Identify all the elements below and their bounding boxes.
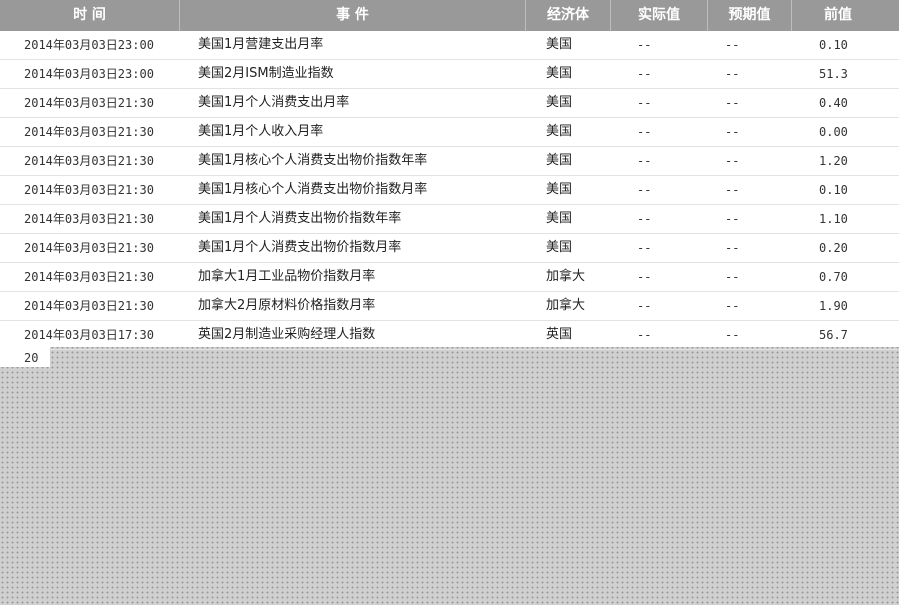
table-row: 2014年03月03日17:30 英国2月制造业采购经理人指数 英国 -- --… — [0, 321, 899, 350]
cell-forecast: -- — [725, 183, 740, 197]
cell-forecast: -- — [725, 125, 740, 139]
header-economy[interactable]: 经济体 — [525, 0, 610, 31]
cell-previous: 0.70 — [819, 270, 848, 284]
cell-forecast: -- — [725, 241, 740, 255]
table-row: 2014年03月03日23:00 美国2月ISM制造业指数 美国 -- -- 5… — [0, 60, 899, 89]
cell-actual: -- — [637, 212, 652, 226]
calendar-table: 时 间 事 件 经济体 实际值 预期值 前值 2014年03月03日23:00 … — [0, 0, 899, 350]
cell-time: 2014年03月03日23:00 — [24, 67, 154, 81]
cell-actual: -- — [637, 241, 652, 255]
cell-previous: 56.7 — [819, 328, 848, 342]
cell-event: 美国2月ISM制造业指数 — [198, 66, 334, 81]
cell-actual: -- — [637, 67, 652, 81]
header-previous[interactable]: 前值 — [791, 0, 884, 31]
table-row: 2014年03月03日21:30 美国1月个人消费支出物价指数月率 美国 -- … — [0, 234, 899, 263]
cell-previous: 1.10 — [819, 212, 848, 226]
cell-time: 2014年03月03日21:30 — [24, 96, 154, 110]
cell-event: 加拿大1月工业品物价指数月率 — [198, 269, 376, 284]
cell-event: 美国1月个人消费支出物价指数月率 — [198, 240, 402, 255]
cell-previous: 1.20 — [819, 154, 848, 168]
cell-time: 2014年03月03日21:30 — [24, 241, 154, 255]
cell-time: 2014年03月03日21:30 — [24, 299, 154, 313]
cell-previous: 0.10 — [819, 38, 848, 52]
cell-event: 美国1月个人消费支出物价指数年率 — [198, 211, 402, 226]
cell-previous: 0.00 — [819, 125, 848, 139]
cell-actual: -- — [637, 96, 652, 110]
cell-actual: -- — [637, 299, 652, 313]
cell-forecast: -- — [725, 38, 740, 52]
cell-economy: 英国 — [546, 327, 573, 342]
cell-previous: 0.20 — [819, 241, 848, 255]
partial-row-text: 20 — [24, 351, 39, 365]
cell-event: 美国1月个人消费支出月率 — [198, 95, 350, 110]
cell-economy: 美国 — [546, 124, 573, 139]
cell-forecast: -- — [725, 212, 740, 226]
cell-forecast: -- — [725, 96, 740, 110]
table-row: 2014年03月03日21:30 加拿大1月工业品物价指数月率 加拿大 -- -… — [0, 263, 899, 292]
cell-time: 2014年03月03日23:00 — [24, 38, 154, 52]
cell-economy: 加拿大 — [546, 269, 586, 284]
cell-event: 英国2月制造业采购经理人指数 — [198, 327, 376, 342]
header-actual[interactable]: 实际值 — [610, 0, 707, 31]
cell-forecast: -- — [725, 67, 740, 81]
cell-forecast: -- — [725, 154, 740, 168]
table-row: 2014年03月03日21:30 加拿大2月原材料价格指数月率 加拿大 -- -… — [0, 292, 899, 321]
cell-previous: 0.10 — [819, 183, 848, 197]
cell-previous: 51.3 — [819, 67, 848, 81]
cell-actual: -- — [637, 183, 652, 197]
cell-economy: 美国 — [546, 95, 573, 110]
cell-economy: 加拿大 — [546, 298, 586, 313]
cell-economy: 美国 — [546, 211, 573, 226]
cell-economy: 美国 — [546, 66, 573, 81]
cell-actual: -- — [637, 328, 652, 342]
cell-time: 2014年03月03日17:30 — [24, 328, 154, 342]
cell-event: 美国1月个人收入月率 — [198, 124, 324, 139]
cell-previous: 1.90 — [819, 299, 848, 313]
cell-economy: 美国 — [546, 37, 573, 52]
cell-actual: -- — [637, 154, 652, 168]
table-row: 2014年03月03日21:30 美国1月核心个人消费支出物价指数月率 美国 -… — [0, 176, 899, 205]
cell-forecast: -- — [725, 270, 740, 284]
cell-forecast: -- — [725, 328, 740, 342]
table-row: 2014年03月03日21:30 美国1月个人消费支出月率 美国 -- -- 0… — [0, 89, 899, 118]
cell-actual: -- — [637, 38, 652, 52]
cell-event: 美国1月核心个人消费支出物价指数月率 — [198, 182, 428, 197]
cell-event: 加拿大2月原材料价格指数月率 — [198, 298, 376, 313]
table-header: 时 间 事 件 经济体 实际值 预期值 前值 — [0, 0, 899, 31]
cell-event: 美国1月核心个人消费支出物价指数年率 — [198, 153, 428, 168]
cell-economy: 美国 — [546, 153, 573, 168]
table-row: 2014年03月03日23:00 美国1月营建支出月率 美国 -- -- 0.1… — [0, 31, 899, 60]
header-time[interactable]: 时 间 — [0, 0, 179, 31]
cell-time: 2014年03月03日21:30 — [24, 212, 154, 226]
table-row: 2014年03月03日21:30 美国1月个人消费支出物价指数年率 美国 -- … — [0, 205, 899, 234]
header-event[interactable]: 事 件 — [179, 0, 525, 31]
table-row: 2014年03月03日21:30 美国1月核心个人消费支出物价指数年率 美国 -… — [0, 147, 899, 176]
cell-time: 2014年03月03日21:30 — [24, 125, 154, 139]
cell-actual: -- — [637, 125, 652, 139]
header-forecast[interactable]: 预期值 — [707, 0, 791, 31]
table-row: 2014年03月03日21:30 美国1月个人收入月率 美国 -- -- 0.0… — [0, 118, 899, 147]
cell-time: 2014年03月03日21:30 — [24, 270, 154, 284]
cell-event: 美国1月营建支出月率 — [198, 37, 324, 52]
cell-previous: 0.40 — [819, 96, 848, 110]
cell-actual: -- — [637, 270, 652, 284]
cell-time: 2014年03月03日21:30 — [24, 154, 154, 168]
cell-forecast: -- — [725, 299, 740, 313]
cell-time: 2014年03月03日21:30 — [24, 183, 154, 197]
partial-row-fragment: 20 — [0, 347, 50, 367]
cell-economy: 美国 — [546, 182, 573, 197]
cell-economy: 美国 — [546, 240, 573, 255]
